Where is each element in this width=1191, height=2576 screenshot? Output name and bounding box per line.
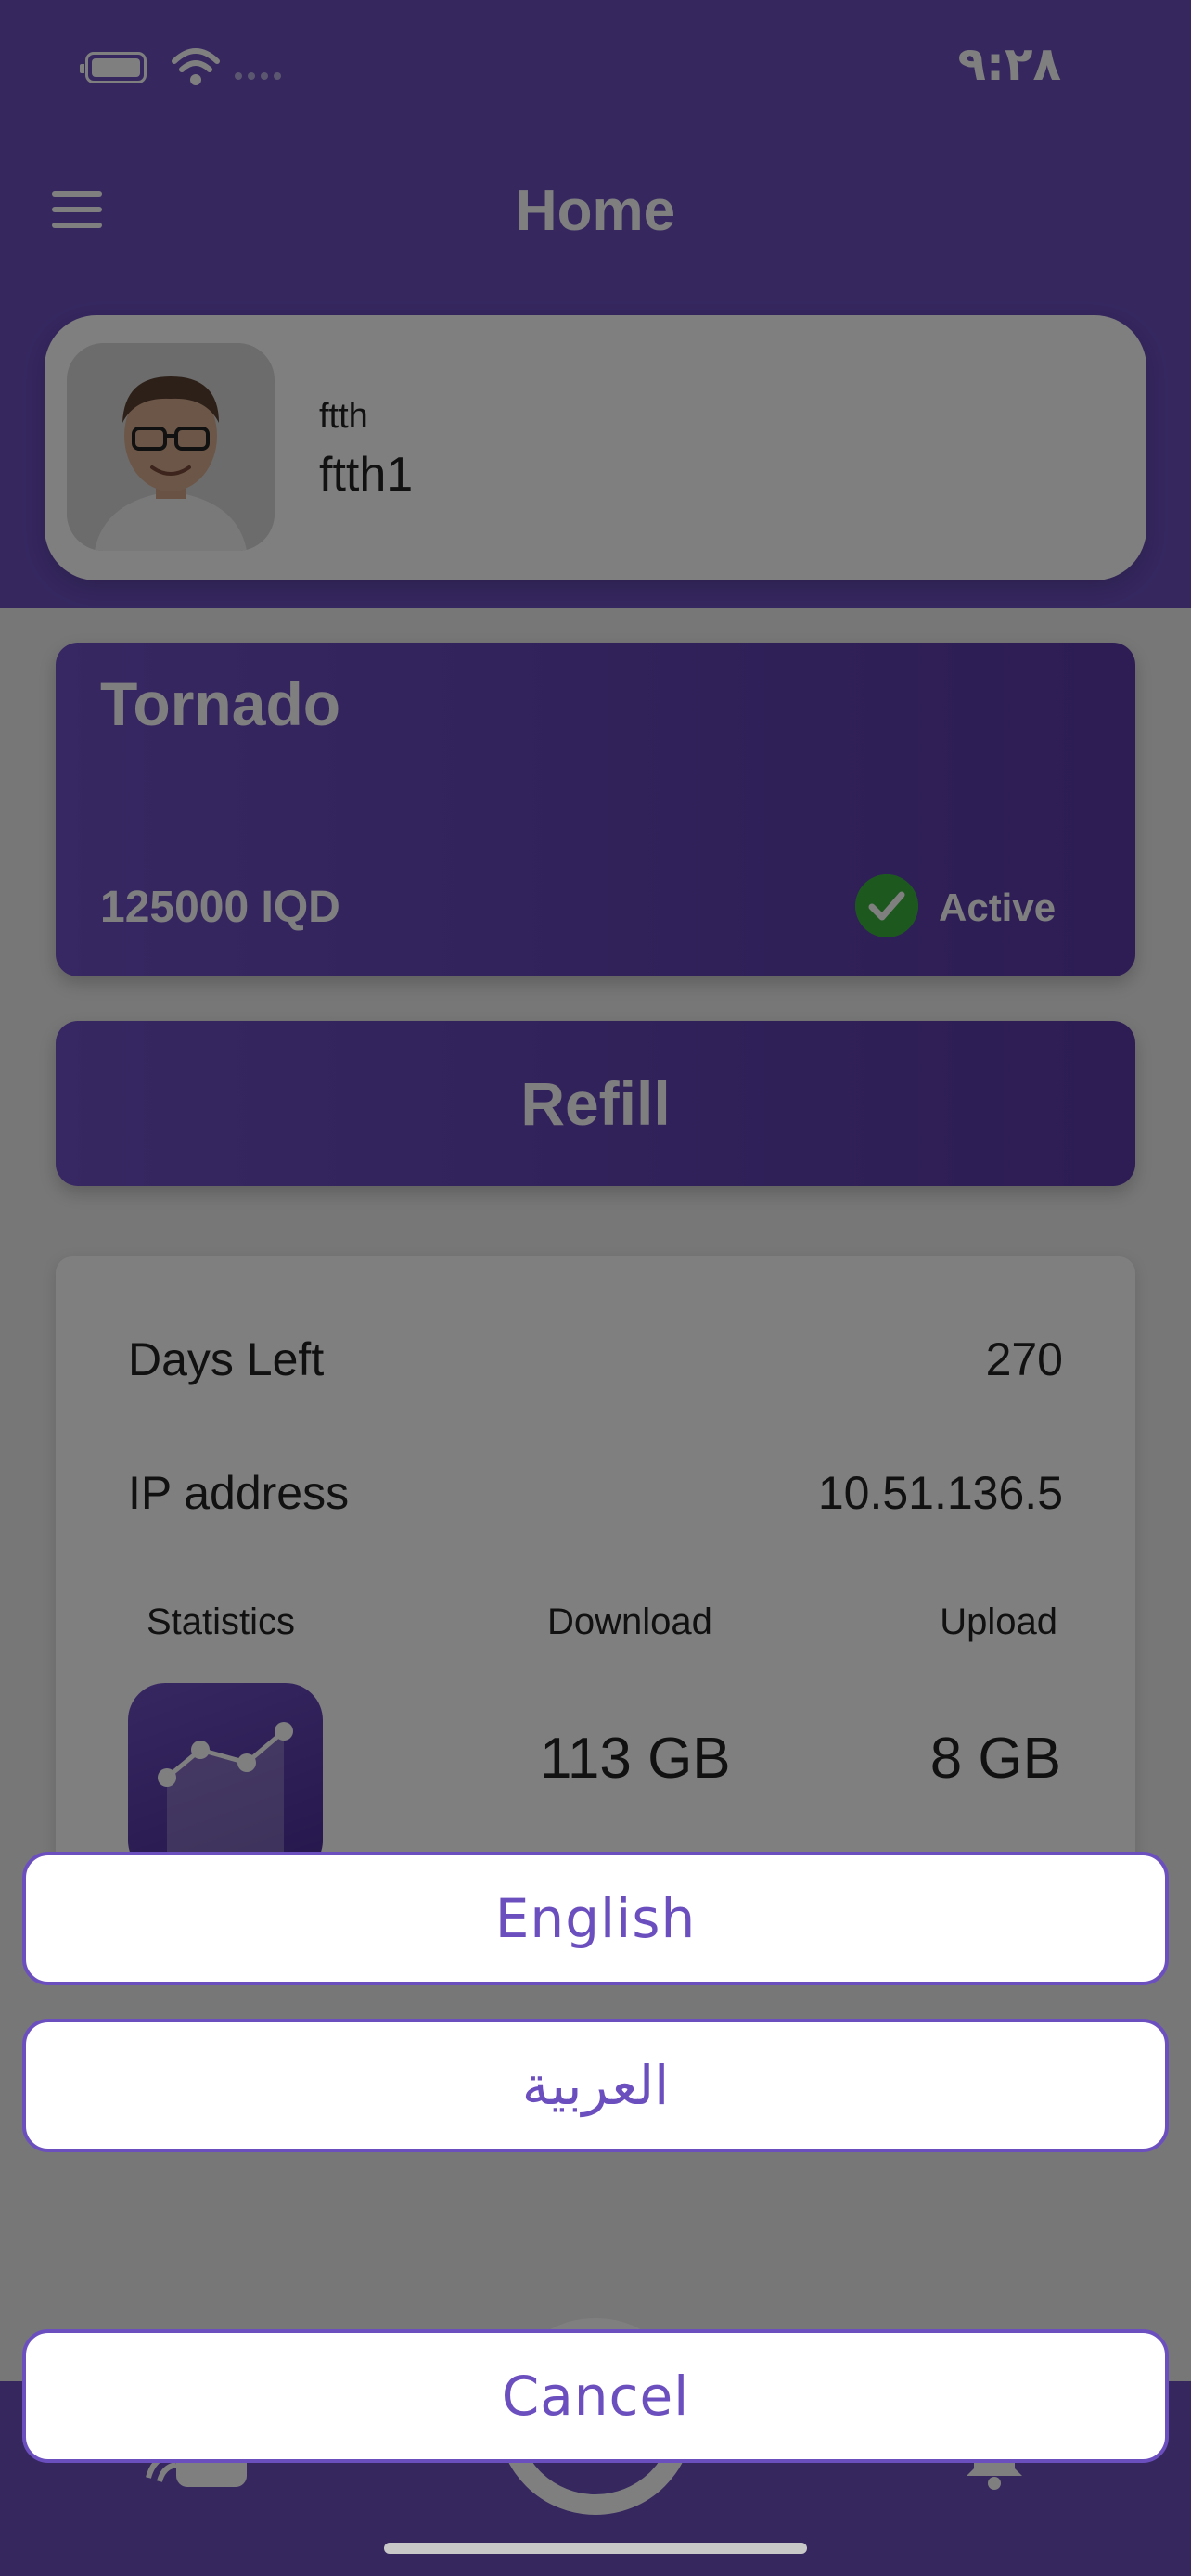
language-option-arabic[interactable]: العربية (22, 2019, 1169, 2152)
language-option-english[interactable]: English (22, 1852, 1169, 1985)
screen: ٩:٢٨ Home ftth ftth1 Tornado 125000 IQD (0, 0, 1191, 2576)
home-indicator (384, 2543, 807, 2554)
cancel-button[interactable]: Cancel (22, 2329, 1169, 2463)
modal-overlay[interactable] (0, 0, 1191, 2576)
